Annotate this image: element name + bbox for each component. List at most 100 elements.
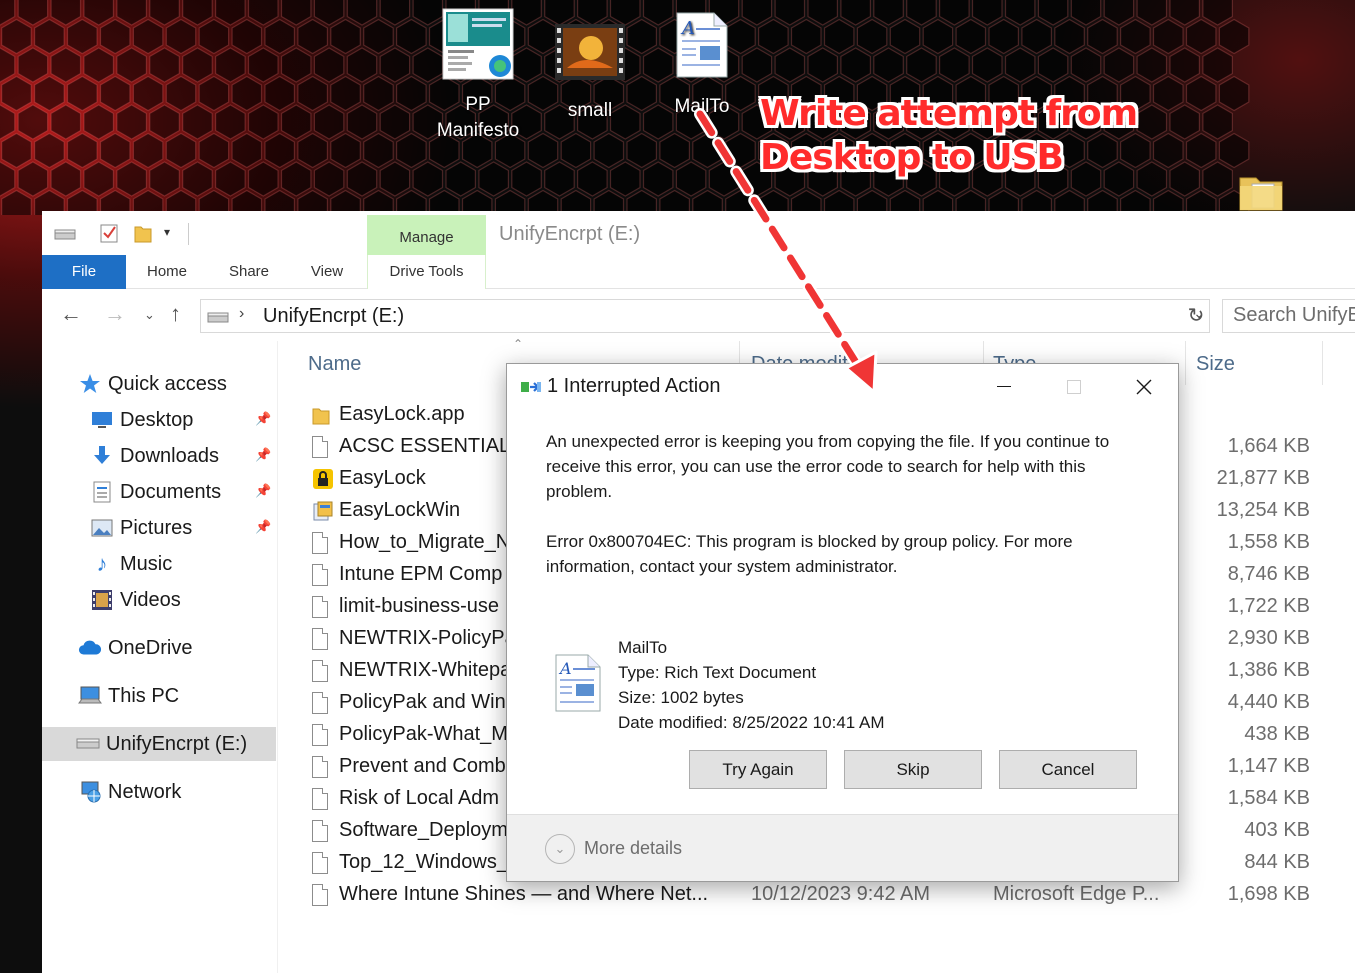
file-name: Intune EPM Comp bbox=[339, 563, 503, 585]
column-header-size[interactable]: Size bbox=[1196, 353, 1235, 376]
close-icon bbox=[1136, 379, 1152, 395]
try-again-button[interactable]: Try Again bbox=[689, 750, 827, 789]
search-input[interactable]: Search UnifyE bbox=[1222, 299, 1355, 333]
nav-network[interactable]: Network bbox=[78, 775, 181, 809]
tab-share[interactable]: Share bbox=[218, 255, 280, 289]
address-bar[interactable]: › UnifyEncrpt (E:) ⌄ bbox=[200, 299, 1210, 333]
nav-documents[interactable]: Documents bbox=[90, 475, 221, 509]
nav-this-pc[interactable]: This PC bbox=[78, 679, 179, 713]
file-name: NEWTRIX-Whitepa bbox=[339, 659, 512, 681]
file-name: NEWTRIX-PolicyPa bbox=[339, 627, 516, 649]
tab-view[interactable]: View bbox=[300, 255, 354, 289]
recent-locations-chevron-icon[interactable]: ⌄ bbox=[144, 307, 155, 323]
desktop-icon-label: small bbox=[567, 100, 613, 121]
pin-icon[interactable]: 📌 bbox=[255, 447, 271, 463]
file-icon bbox=[312, 788, 330, 812]
pin-icon[interactable]: 📌 bbox=[255, 483, 271, 499]
nav-label: Quick access bbox=[108, 372, 227, 395]
star-icon bbox=[78, 372, 102, 396]
pin-icon[interactable]: 📌 bbox=[255, 411, 271, 427]
desktop-icon-mailto[interactable]: A MailTo bbox=[652, 12, 752, 122]
quick-access-toolbar: ▾ bbox=[42, 211, 372, 255]
up-arrow-icon[interactable]: ↑ bbox=[170, 301, 181, 327]
table-row[interactable]: Where Intune Shines — and Where Net... 10… bbox=[282, 880, 1355, 912]
new-folder-icon[interactable] bbox=[134, 223, 152, 243]
pin-icon[interactable]: 📌 bbox=[255, 519, 271, 535]
column-divider[interactable] bbox=[1185, 341, 1186, 385]
chevron-down-icon[interactable]: ⌄ bbox=[545, 834, 575, 864]
address-row: ← → ⌄ ↑ › UnifyEncrpt (E:) ⌄ ↻ Search Un… bbox=[42, 295, 1355, 337]
dialog-message: An unexpected error is keeping you from … bbox=[546, 432, 1110, 501]
forward-arrow-icon[interactable]: → bbox=[104, 301, 126, 327]
file-name: How_to_Migrate_N bbox=[339, 531, 511, 553]
tab-home[interactable]: Home bbox=[134, 255, 200, 289]
nav-label: OneDrive bbox=[108, 636, 193, 659]
file-name: PolicyPak and Win bbox=[339, 691, 506, 713]
installer-icon bbox=[312, 500, 333, 524]
file-name: EasyLock.app bbox=[339, 403, 465, 425]
customize-toolbar-chevron-icon[interactable]: ▾ bbox=[164, 225, 170, 239]
nav-downloads[interactable]: Downloads bbox=[90, 439, 219, 473]
cancel-button[interactable]: Cancel bbox=[999, 750, 1137, 789]
file-size: 1,698 KB bbox=[1227, 883, 1310, 905]
desktop-icon-pp-manifesto[interactable]: PP Manifesto bbox=[428, 8, 528, 146]
lock-app-icon bbox=[312, 468, 333, 492]
file-name: Risk of Local Adm bbox=[339, 787, 500, 809]
close-button[interactable] bbox=[1109, 364, 1179, 410]
refresh-icon[interactable]: ↻ bbox=[1182, 299, 1210, 333]
dialog-titlebar[interactable]: 1 Interrupted Action bbox=[507, 364, 1178, 410]
manage-contextual-tab[interactable]: Manage bbox=[367, 215, 486, 255]
downloads-icon bbox=[90, 444, 114, 468]
dialog-error-message: Error 0x800704EC: This program is blocke… bbox=[546, 532, 1073, 576]
back-arrow-icon[interactable]: ← bbox=[60, 301, 82, 327]
documents-icon bbox=[90, 480, 114, 504]
folder-icon[interactable] bbox=[1238, 170, 1284, 217]
file-size: 844 KB bbox=[1244, 851, 1310, 873]
nav-videos[interactable]: Videos bbox=[90, 583, 181, 617]
usb-drive-icon bbox=[76, 732, 100, 756]
tab-file[interactable]: File bbox=[42, 255, 126, 289]
desktop-icon-small[interactable]: small bbox=[540, 24, 640, 126]
nav-pictures[interactable]: Pictures bbox=[90, 511, 192, 545]
column-header-name[interactable]: Name bbox=[308, 353, 361, 376]
more-details-toggle[interactable]: More details bbox=[584, 838, 682, 859]
minimize-button[interactable] bbox=[969, 364, 1039, 410]
nav-music[interactable]: ♪ Music bbox=[90, 547, 173, 581]
file-size: 13,254 KB bbox=[1216, 499, 1310, 521]
nav-label: Pictures bbox=[120, 516, 193, 539]
properties-icon[interactable] bbox=[100, 223, 118, 243]
tab-drive-tools[interactable]: Drive Tools bbox=[367, 255, 486, 289]
desktop-icon bbox=[90, 408, 114, 432]
nav-label: Downloads bbox=[120, 444, 219, 467]
skip-button[interactable]: Skip bbox=[844, 750, 982, 789]
cloud-icon bbox=[78, 636, 102, 660]
nav-unifyencrpt-drive[interactable]: UnifyEncrpt (E:) bbox=[42, 727, 276, 761]
maximize-icon bbox=[1067, 379, 1081, 394]
annotation-line-1: Write attempt from bbox=[760, 93, 1138, 134]
file-icon bbox=[312, 628, 330, 652]
nav-label: Network bbox=[108, 780, 182, 803]
drive-icon[interactable] bbox=[54, 229, 76, 241]
nav-quick-access[interactable]: Quick access bbox=[78, 367, 227, 401]
file-name: Top_12_Windows_ bbox=[339, 851, 508, 873]
nav-label: Documents bbox=[120, 480, 222, 503]
dialog-title: 1 Interrupted Action bbox=[547, 375, 721, 397]
navigation-pane: Quick access Desktop 📌 Downloads 📌 Docum… bbox=[42, 341, 278, 973]
nav-onedrive[interactable]: OneDrive bbox=[78, 631, 192, 665]
file-name: EasyLock bbox=[339, 467, 426, 489]
breadcrumb-separator-icon[interactable]: › bbox=[239, 305, 244, 323]
file-name: MailTo bbox=[618, 638, 668, 657]
maximize-button[interactable] bbox=[1039, 364, 1109, 410]
rich-text-document-icon: A bbox=[555, 654, 601, 712]
file-name: EasyLockWin bbox=[339, 499, 461, 521]
file-icon bbox=[312, 596, 330, 620]
column-divider[interactable] bbox=[1322, 341, 1323, 385]
nav-desktop[interactable]: Desktop bbox=[90, 403, 193, 437]
pdf-thumbnail-icon bbox=[442, 8, 514, 80]
toolbar-divider bbox=[188, 223, 189, 245]
nav-label: Music bbox=[120, 552, 173, 575]
file-icon bbox=[312, 756, 330, 780]
file-size: 8,746 KB bbox=[1227, 563, 1310, 585]
file-name: Prevent and Comb bbox=[339, 755, 506, 777]
file-icon bbox=[312, 564, 330, 588]
